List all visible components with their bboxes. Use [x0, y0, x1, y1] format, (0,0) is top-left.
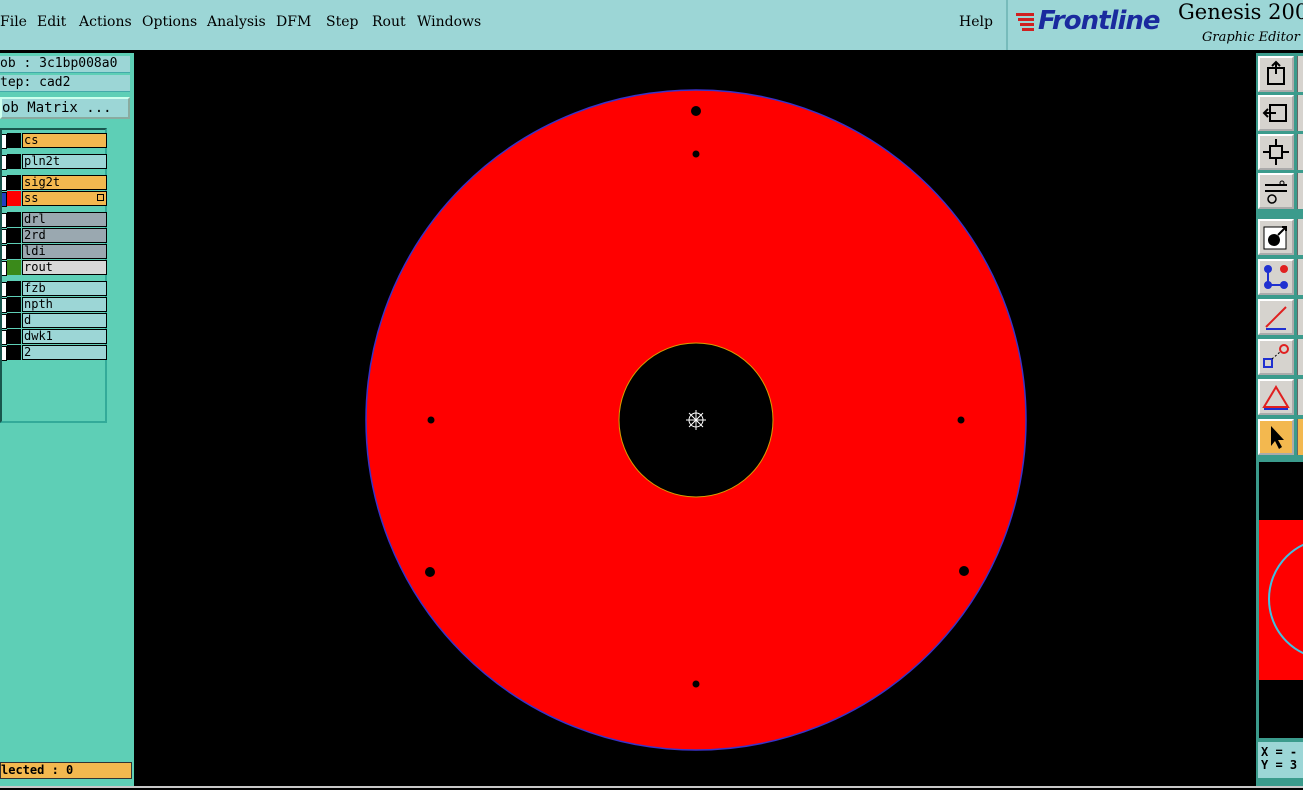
brand-logo-text: Frontline	[1038, 6, 1160, 36]
layer-color-swatch[interactable]	[7, 313, 21, 328]
layer-expand-icon[interactable]	[97, 194, 104, 201]
layer-color-swatch[interactable]	[7, 345, 21, 360]
overview-drawing[interactable]	[1259, 462, 1303, 738]
layer-color-swatch[interactable]	[7, 191, 21, 206]
layer-name: d	[22, 313, 107, 328]
layer-row-pln2t[interactable]: pln2t	[2, 154, 107, 170]
layer-color-swatch[interactable]	[7, 297, 21, 312]
layer-name: npth	[22, 297, 107, 312]
layer-row-drl[interactable]: drl	[2, 212, 107, 228]
layer-row-d[interactable]: d	[2, 313, 107, 329]
layer-row-dwk1[interactable]: dwk1	[2, 329, 107, 345]
menu-options[interactable]: Options	[142, 14, 197, 30]
drill-hole[interactable]	[692, 150, 700, 158]
menu-rout[interactable]: Rout	[372, 14, 406, 30]
job-name-field: ob : 3c1bp008a0	[0, 56, 130, 73]
layer-row-sig2t[interactable]: sig2t	[2, 175, 107, 191]
layer-color-swatch[interactable]	[7, 260, 21, 275]
app-title: Genesis 200	[1178, 0, 1303, 24]
app-subtitle: Graphic Editor	[1202, 30, 1300, 45]
layer-color-swatch[interactable]	[7, 175, 21, 190]
drill-hole[interactable]	[692, 680, 700, 688]
layer-color-swatch[interactable]	[7, 133, 21, 148]
layer-row-npth[interactable]: npth	[2, 297, 107, 313]
layer-row-rout[interactable]: rout	[2, 260, 107, 276]
layer-name: ldi	[22, 244, 107, 259]
toolbar-edge	[1297, 299, 1303, 335]
toolbar-edge	[1297, 56, 1303, 92]
toolbar-edge	[1297, 219, 1303, 255]
tools-icon[interactable]	[1258, 173, 1294, 209]
menu-dfm[interactable]: DFM	[276, 14, 311, 30]
add-feature-icon[interactable]	[1258, 219, 1294, 255]
layer-row-ss[interactable]: ss	[2, 191, 107, 207]
layer-name: 2rd	[22, 228, 107, 243]
menu-analysis[interactable]: Analysis	[207, 14, 266, 30]
layer-name: ss	[22, 191, 107, 206]
layer-name: 2	[22, 345, 107, 360]
layer-name: dwk1	[22, 329, 107, 344]
snap-icon[interactable]	[1258, 339, 1294, 375]
coordinate-readout: X = - Y = 3	[1258, 742, 1303, 778]
layer-color-swatch[interactable]	[7, 281, 21, 296]
menu-help[interactable]: Help	[959, 14, 993, 30]
menu-windows[interactable]: Windows	[417, 14, 481, 30]
line-icon[interactable]	[1258, 299, 1294, 335]
drill-hole[interactable]	[427, 416, 435, 424]
layer-name: fzb	[22, 281, 107, 296]
layer-row-ldi[interactable]: ldi	[2, 244, 107, 260]
drill-hole[interactable]	[691, 106, 701, 116]
layer-name: sig2t	[22, 175, 107, 190]
select-pointer-icon[interactable]	[1258, 419, 1294, 455]
layer-color-swatch[interactable]	[7, 228, 21, 243]
layer-name: drl	[22, 212, 107, 227]
layer-color-swatch[interactable]	[7, 244, 21, 259]
origin-crosshair-icon	[686, 410, 706, 430]
layer-row-2[interactable]: 2	[2, 345, 107, 361]
layer-color-swatch[interactable]	[7, 329, 21, 344]
app-logo-area: Frontline Genesis 200 Graphic Editor	[1006, 0, 1303, 50]
frontline-logo-icon	[1016, 13, 1034, 31]
overview-window[interactable]	[1258, 462, 1303, 738]
drill-hole[interactable]	[957, 416, 965, 424]
zoom-fit-icon[interactable]	[1258, 134, 1294, 170]
menu-file[interactable]: File	[0, 14, 27, 30]
connect-icon[interactable]	[1258, 259, 1294, 295]
toolbar-edge	[1297, 173, 1303, 209]
open-job-icon[interactable]	[1258, 56, 1294, 92]
menu-step[interactable]: Step	[326, 14, 358, 30]
job-matrix-button[interactable]: ob Matrix ...	[0, 97, 130, 119]
menu-bar: File Edit Actions Options Analysis DFM S…	[0, 0, 1006, 50]
step-name-field: tep: cad2	[0, 75, 130, 92]
toolbar-edge	[1297, 339, 1303, 375]
toolbar-edge	[1297, 259, 1303, 295]
graphic-canvas[interactable]	[136, 53, 1256, 786]
toolbar-edge	[1297, 419, 1303, 455]
layer-row-cs[interactable]: cs	[2, 133, 107, 149]
board-drawing[interactable]	[136, 53, 1256, 786]
layer-color-swatch[interactable]	[7, 212, 21, 227]
layer-name: pln2t	[22, 154, 107, 169]
close-icon[interactable]	[1258, 95, 1294, 131]
left-panel: ob : 3c1bp008a0 tep: cad2 ob Matrix ... …	[0, 53, 134, 788]
toolbar-edge	[1297, 95, 1303, 131]
drill-hole[interactable]	[959, 566, 969, 576]
measure-icon[interactable]	[1258, 379, 1294, 415]
selected-count-field: lected : 0	[0, 762, 132, 779]
layer-color-swatch[interactable]	[7, 154, 21, 169]
toolbar-edge	[1297, 379, 1303, 415]
toolbar-edge	[1297, 134, 1303, 170]
menu-actions[interactable]: Actions	[79, 14, 132, 30]
layer-name: cs	[22, 133, 107, 148]
layer-row-2rd[interactable]: 2rd	[2, 228, 107, 244]
layer-name: rout	[22, 260, 107, 275]
menu-edit[interactable]: Edit	[37, 14, 66, 30]
drill-hole[interactable]	[425, 567, 435, 577]
layer-row-fzb[interactable]: fzb	[2, 281, 107, 297]
y-coordinate: Y = 3	[1261, 758, 1298, 772]
layer-list: cs pln2t sig2t ss drl 2rd ldi rout fzb n…	[0, 128, 107, 423]
